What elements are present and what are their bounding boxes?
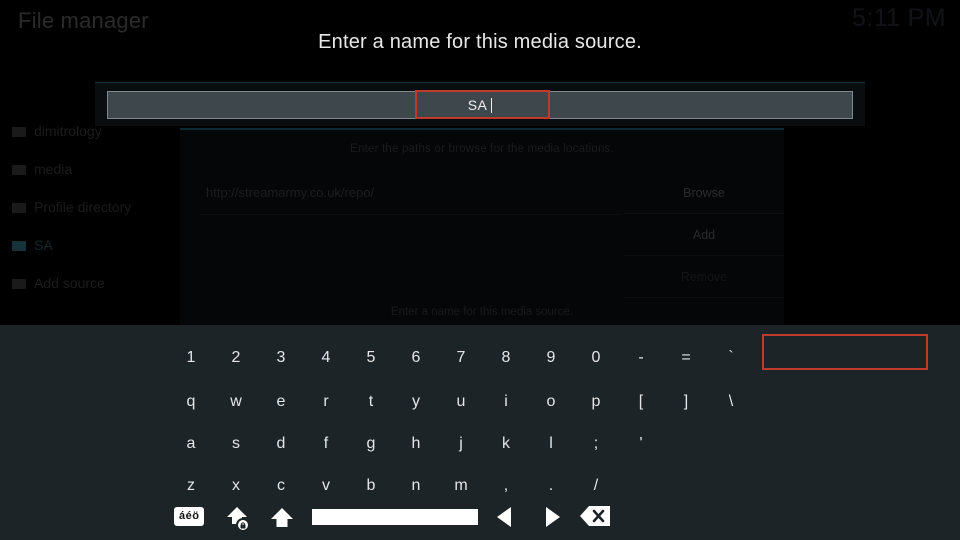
key-apostrophe[interactable]: ' [624,425,658,463]
key-slash[interactable]: / [579,467,613,505]
add-source-dialog: Enter the paths or browse for the media … [180,128,784,328]
sidebar-item-add-source[interactable]: Add source [0,264,180,302]
source-path-list: http://streamarmy.co.uk/repo/ [200,172,620,256]
key-backtick[interactable]: ` [714,339,748,377]
source-dialog-footer: Enter a name for this media source. [390,306,574,318]
key-minus[interactable]: - [624,339,658,377]
key-e[interactable]: e [264,383,298,421]
key-0[interactable]: 0 [579,339,613,377]
key-j[interactable]: j [444,425,478,463]
key-equals[interactable]: = [669,339,703,377]
key-q[interactable]: q [174,383,208,421]
key-h[interactable]: h [399,425,433,463]
folder-icon [12,127,26,137]
key-f[interactable]: f [309,425,343,463]
key-l[interactable]: l [534,425,568,463]
sidebar-item-label: dimitrology [34,123,102,139]
key-w[interactable]: w [219,383,253,421]
key-bracket-left[interactable]: [ [624,383,658,421]
key-period[interactable]: . [534,467,568,505]
key-n[interactable]: n [399,467,433,505]
key-7[interactable]: 7 [444,339,478,377]
sidebar-item-label: SA [34,237,53,253]
key-8[interactable]: 8 [489,339,523,377]
backspace-icon[interactable] [580,505,610,527]
prompt-title: Enter a name for this media source. [318,31,642,53]
key-backslash[interactable]: \ [714,383,748,421]
key-9[interactable]: 9 [534,339,568,377]
key-o[interactable]: o [534,383,568,421]
keyboard-row-4: z x c v b n m , . / [0,467,760,505]
sidebar-item-profile-directory[interactable]: Profile directory [0,188,180,226]
key-g[interactable]: g [354,425,388,463]
key-d[interactable]: d [264,425,298,463]
virtual-keyboard: 1 2 3 4 5 6 7 8 9 0 - = ` q w e r t y u … [0,325,960,540]
key-i[interactable]: i [489,383,523,421]
space-bar[interactable] [312,509,478,525]
keyboard-function-row: áéö [0,501,760,539]
key-semicolon[interactable]: ; [579,425,613,463]
key-5[interactable]: 5 [354,339,388,377]
sidebar-item-label: media [34,161,73,177]
arrow-left-icon[interactable] [497,507,511,527]
shift-icon[interactable] [267,504,297,534]
accent-characters-key[interactable]: áéö [174,507,205,526]
key-comma[interactable]: , [489,467,523,505]
source-path-row[interactable]: http://streamarmy.co.uk/repo/ [200,172,620,214]
add-button[interactable]: Add [624,214,784,256]
key-x[interactable]: x [219,467,253,505]
key-y[interactable]: y [399,383,433,421]
source-dialog-hint: Enter the paths or browse for the media … [350,143,614,155]
key-4[interactable]: 4 [309,339,343,377]
clock: 5:11 PM [851,4,946,32]
sidebar-item-media[interactable]: media [0,150,180,188]
browse-button[interactable]: Browse [624,172,784,214]
keyboard-key-grid: 1 2 3 4 5 6 7 8 9 0 - = ` q w e r t y u … [0,325,760,540]
caps-lock-icon[interactable] [222,504,252,534]
key-m[interactable]: m [444,467,478,505]
key-s[interactable]: s [219,425,253,463]
folder-icon [12,203,26,213]
key-t[interactable]: t [354,383,388,421]
folder-icon [12,241,26,251]
source-dialog-buttons: Browse Add Remove [624,172,784,298]
keyboard-row-1: 1 2 3 4 5 6 7 8 9 0 - = ` [0,339,760,377]
key-6[interactable]: 6 [399,339,433,377]
kodi-screen: File manager 5:11 PM dimitrology media P… [0,0,960,540]
name-input-value: SA [467,97,488,113]
remove-button[interactable]: Remove [624,256,784,298]
sidebar-item-sa[interactable]: SA [0,226,180,264]
key-c[interactable]: c [264,467,298,505]
key-2[interactable]: 2 [219,339,253,377]
folder-icon [12,165,26,175]
key-bracket-right[interactable]: ] [669,383,703,421]
key-r[interactable]: r [309,383,343,421]
key-a[interactable]: a [174,425,208,463]
key-k[interactable]: k [489,425,523,463]
key-1[interactable]: 1 [174,339,208,377]
key-v[interactable]: v [309,467,343,505]
keyboard-row-2: q w e r t y u i o p [ ] \ [0,383,760,421]
source-path-row-empty[interactable] [200,214,620,256]
text-cursor [491,97,493,113]
key-b[interactable]: b [354,467,388,505]
file-manager-sidebar: dimitrology media Profile directory SA A… [0,112,180,302]
key-p[interactable]: p [579,383,613,421]
keyboard-row-3: a s d f g h j k l ; ' [0,425,760,463]
sidebar-item-label: Add source [34,275,105,291]
key-u[interactable]: u [444,383,478,421]
key-3[interactable]: 3 [264,339,298,377]
name-input[interactable]: SA [107,91,853,119]
sidebar-item-label: Profile directory [34,199,132,215]
prompt-bar: SA [95,82,865,126]
arrow-right-icon[interactable] [546,507,560,527]
key-z[interactable]: z [174,467,208,505]
folder-icon [12,279,26,289]
